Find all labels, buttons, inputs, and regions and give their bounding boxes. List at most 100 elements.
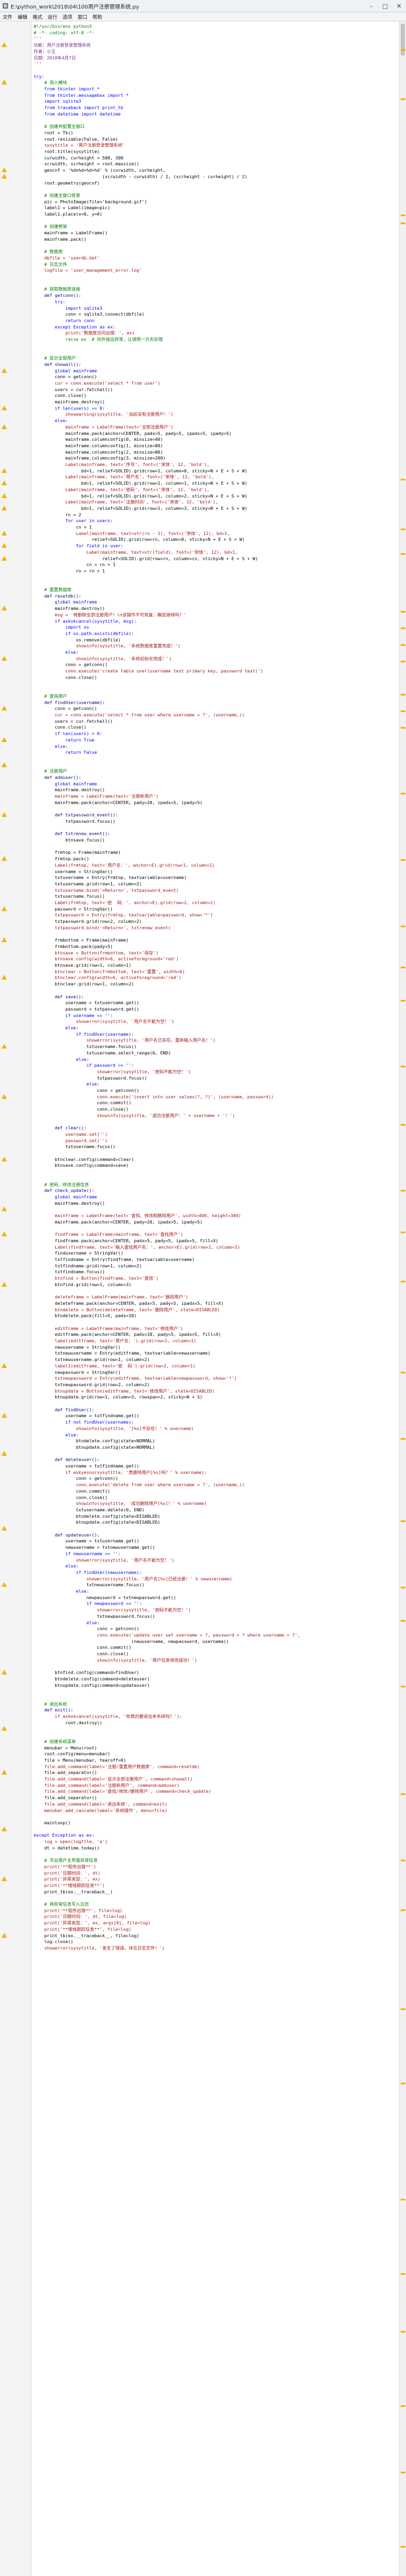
code-line[interactable]: conn.execute('insert into user values(?,… (34, 1094, 399, 1099)
code-line[interactable]: print('日期时间：', dt, file=log) (34, 1914, 399, 1919)
code-line[interactable]: conn = getconn() (34, 374, 399, 379)
warning-icon[interactable] (2, 1044, 7, 1049)
menu-item[interactable]: 帮助 (90, 13, 105, 20)
code-line[interactable]: btnclear.grid(row=1, column=2) (34, 981, 399, 987)
code-line[interactable]: btndelete.config(state=DISABLED) (34, 1514, 399, 1519)
scrollbar-warning-marker[interactable] (401, 528, 405, 530)
vertical-scrollbar[interactable] (399, 21, 406, 2576)
code-line[interactable]: editframe.pack(anchor=CENTER, padx=10, p… (34, 1332, 399, 1337)
code-line[interactable]: btnsave.config(width=6, activeforeground… (34, 956, 399, 961)
code-line[interactable]: Label(mainframe, text='用户名', font=('宋体',… (34, 474, 399, 479)
code-line[interactable]: conn.close() (34, 724, 399, 730)
code-line[interactable]: os.remove(dbfile) (34, 637, 399, 643)
code-line[interactable]: if askokcancel(sysytitle, msg): (34, 618, 399, 624)
code-line[interactable]: frmbottom = Frame(mainframe) (34, 937, 399, 943)
scrollbar-warning-marker[interactable] (401, 49, 405, 51)
code-line[interactable]: btnfind.grid(row=1, column=3) (34, 1282, 399, 1287)
code-line[interactable]: txtpassword.bind('<Return>', txtrenew_ev… (34, 925, 399, 930)
code-line[interactable]: menubar = Menu(root) (34, 1745, 399, 1751)
code-line[interactable]: menubar.add_cascade(label='系统操作', menu=f… (34, 1808, 399, 1813)
scrollbar-warning-marker[interactable] (401, 1619, 405, 1622)
code-line[interactable]: if not findUser(username): (34, 1419, 399, 1425)
code-line[interactable]: # 写出用户主界面异常信息 (34, 1858, 399, 1863)
warning-icon[interactable] (2, 173, 7, 179)
code-line[interactable]: username = StringVar() (34, 869, 399, 874)
warning-icon[interactable] (2, 468, 7, 473)
code-line[interactable]: if len(users) > 0: (34, 731, 399, 736)
code-line[interactable]: conn.close() (34, 675, 399, 680)
code-line[interactable]: # 创建主窗口背景 (34, 193, 399, 198)
code-line[interactable]: conn = getconn() (34, 1476, 399, 1481)
code-line[interactable]: def txtrenew_event(): (34, 831, 399, 836)
code-line[interactable]: findframe = LabelFrame(mainframe, text='… (34, 1232, 399, 1237)
code-line[interactable]: txtpassword.focus() (34, 819, 399, 824)
code-line[interactable]: def resetdb(): (34, 593, 399, 599)
code-line[interactable]: btndelete = Button(deleteframe, text='删除… (34, 1307, 399, 1312)
scrollbar-warning-marker[interactable] (401, 553, 405, 555)
code-line[interactable]: Label(mainframe, text=str(rn - 1), font=… (34, 531, 399, 536)
code-line[interactable]: print('**堆栈跟踪信息**') (34, 1883, 399, 1888)
code-line[interactable]: root.title(sysytitle) (34, 149, 399, 154)
code-line[interactable]: mainframe.destroy() (34, 399, 399, 404)
code-line[interactable]: showinfo(sysytitle, '成功删除用户[%s]！' % user… (34, 1501, 399, 1506)
code-line[interactable]: conn.commit() (34, 1488, 399, 1494)
scrollbar-warning-marker[interactable] (401, 1190, 405, 1192)
code-line[interactable]: conn = getconn() (34, 1088, 399, 1093)
code-line[interactable]: def exit(): (34, 1707, 399, 1713)
code-line[interactable]: print('数据库访问出错：', ex) (34, 330, 399, 335)
code-line[interactable]: password.set('') (34, 1138, 399, 1143)
warning-icon[interactable] (2, 42, 7, 48)
warning-icon[interactable] (2, 480, 7, 486)
code-line[interactable]: mainframe = LabelFrame(text='注册新用户') (34, 793, 399, 799)
code-line[interactable]: logfile = 'user_management_error.log' (34, 267, 399, 273)
scrollbar-warning-marker[interactable] (401, 694, 405, 696)
code-line[interactable]: editframe = LabelFrame(mainframe, text='… (34, 1326, 399, 1331)
code-line[interactable]: conn = getconn() (34, 662, 399, 667)
warning-icon[interactable] (2, 906, 7, 911)
code-line[interactable]: bd=1, relief=SOLID).grid(row=1, column=0… (34, 468, 399, 473)
code-line[interactable]: # 密码、修改注册信息 (34, 1182, 399, 1187)
warning-icon[interactable] (2, 1094, 7, 1099)
code-line[interactable]: rn = rn + 1 (34, 568, 399, 574)
code-line[interactable]: bd=1, relief=SOLID).grid(row=1, column=2… (34, 493, 399, 499)
code-line[interactable]: txtusername.bind('<Return>', txtpassword… (34, 888, 399, 893)
scrollbar-warning-marker[interactable] (401, 214, 405, 216)
scrollbar-warning-marker[interactable] (401, 859, 405, 861)
code-line[interactable]: # 创建框架 (34, 224, 399, 229)
code-line[interactable]: showerror(sysytitle, '密码不能为空！') (34, 1607, 399, 1612)
code-line[interactable]: # 注册用户 (34, 768, 399, 774)
warning-icon[interactable] (2, 856, 7, 861)
code-line[interactable]: Label(findframe, text='输入查找用户名：', anchor… (34, 1244, 399, 1250)
code-line[interactable]: print_tb(ex.__traceback__) (34, 1889, 399, 1894)
code-line[interactable]: file = Menu(menubar, tearoff=0) (34, 1757, 399, 1763)
menu-item[interactable]: 文件 (0, 13, 15, 20)
code-line[interactable]: # 创建系统菜单 (34, 1739, 399, 1744)
code-line[interactable]: if findUser(newusername): (34, 1570, 399, 1575)
code-line[interactable]: bd=1, relief=SOLID).grid(row=1, column=3… (34, 506, 399, 511)
code-line[interactable]: print('**堆栈跟踪信息**', file=log) (34, 1927, 399, 1932)
code-line[interactable]: txtnewusername.focus() (34, 1582, 399, 1587)
code-line[interactable]: username.set('') (34, 1132, 399, 1137)
code-line[interactable]: (newusername, newpassword, username)) (34, 1639, 399, 1644)
code-line[interactable]: mainloop() (34, 1820, 399, 1825)
scrollbar-warning-marker[interactable] (401, 2471, 405, 2473)
menu-item[interactable]: 运行 (45, 13, 60, 20)
code-line[interactable]: newpassword = StringVar() (34, 1370, 399, 1375)
code-line[interactable]: pic = PhotoImage(file='background.gif') (34, 199, 399, 204)
menu-item[interactable]: 编辑 (15, 13, 30, 20)
warning-icon[interactable] (2, 812, 7, 817)
code-line[interactable]: global mainframe (34, 368, 399, 373)
code-line[interactable]: btndelete.config(command=deleteuser) (34, 1676, 399, 1681)
code-line[interactable]: newusername = StringVar() (34, 1344, 399, 1350)
code-line[interactable]: txtfindname.grid(row=1, column=2) (34, 1263, 399, 1268)
code-line[interactable]: showinfo(sysytitle, '用户信息修改成功！') (34, 1657, 399, 1663)
code-line[interactable]: else: (34, 418, 399, 423)
code-line[interactable]: label1.place(x=0, y=0) (34, 211, 399, 217)
code-line[interactable]: btnclear.config(command=clear) (34, 1157, 399, 1162)
code-line[interactable]: global mainframe (34, 599, 399, 605)
code-line[interactable]: print('异常类型：', ex, args[0], file=log) (34, 1920, 399, 1925)
code-line[interactable]: username = txtusername.get() (34, 1538, 399, 1543)
code-line[interactable]: from tkinter.messagebox import * (34, 93, 399, 98)
code-line[interactable]: def findUser(): (34, 1407, 399, 1412)
code-line[interactable]: users = cur.fetchall() (34, 718, 399, 724)
